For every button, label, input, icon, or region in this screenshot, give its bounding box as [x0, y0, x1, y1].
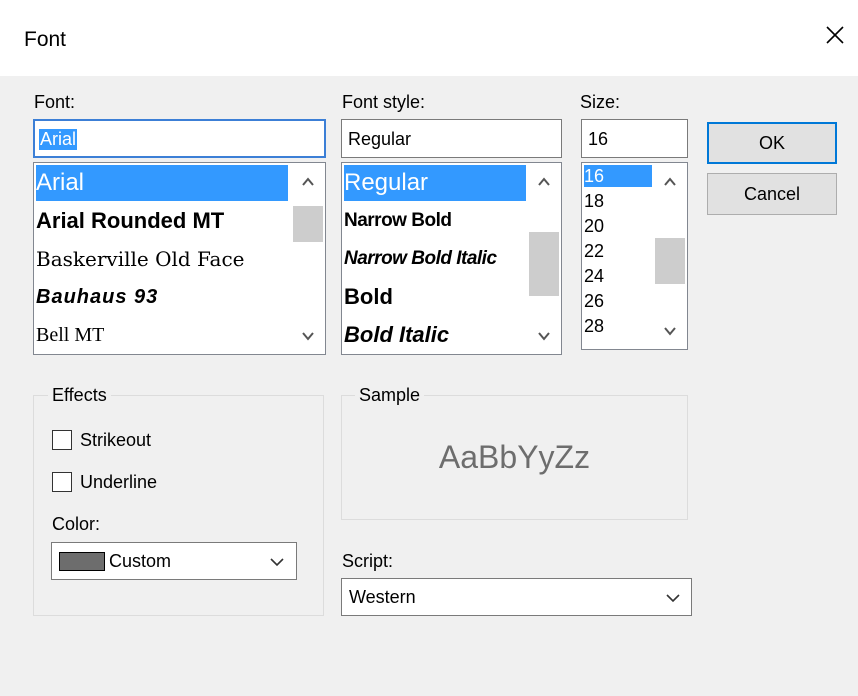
- font-item-baskerville-old-face[interactable]: Baskerville Old Face: [36, 241, 245, 277]
- style-item-bold[interactable]: Bold: [344, 279, 393, 315]
- size-input-text: 16: [588, 129, 609, 149]
- font-label: Font:: [34, 92, 76, 112]
- size-item-28[interactable]: 28: [584, 315, 604, 337]
- font-style-list[interactable]: Regular Narrow Bold Narrow Bold Italic B…: [341, 162, 562, 355]
- font-item-bell-mt[interactable]: Bell MT: [36, 317, 104, 353]
- font-item-arial-rounded-mt[interactable]: Arial Rounded MT: [36, 203, 224, 239]
- size-item-20[interactable]: 20: [584, 215, 604, 237]
- ok-button[interactable]: OK: [707, 122, 837, 164]
- dialog-title: Font: [24, 28, 67, 51]
- scroll-up-icon[interactable]: [654, 166, 686, 196]
- script-dropdown[interactable]: Western: [341, 578, 692, 616]
- strikeout-label: Strikeout: [80, 430, 152, 450]
- color-label: Color:: [52, 514, 101, 534]
- title-bar: Font: [0, 0, 858, 76]
- font-list-scroll-thumb[interactable]: [293, 206, 323, 242]
- chevron-down-icon: [270, 558, 284, 567]
- color-value: Custom: [109, 551, 172, 571]
- close-icon[interactable]: [820, 20, 850, 50]
- font-style-input[interactable]: Regular: [341, 119, 562, 158]
- color-dropdown[interactable]: Custom: [51, 542, 297, 580]
- scroll-down-icon[interactable]: [528, 321, 560, 351]
- size-list-scrollbar[interactable]: [654, 164, 686, 348]
- size-item-22[interactable]: 22: [584, 240, 604, 262]
- style-item-narrow-bold[interactable]: Narrow Bold: [344, 203, 526, 239]
- size-input[interactable]: 16: [581, 119, 688, 158]
- font-style-input-text: Regular: [348, 129, 412, 149]
- color-swatch: [59, 552, 105, 571]
- size-list[interactable]: 16 18 20 22 24 26 28: [581, 162, 688, 350]
- font-list-scrollbar[interactable]: [292, 164, 324, 353]
- font-list[interactable]: Arial Arial Rounded MT Baskerville Old F…: [33, 162, 326, 355]
- effects-label: Effects: [48, 385, 111, 406]
- strikeout-checkbox[interactable]: [52, 430, 72, 450]
- font-input-text: Arial: [39, 129, 78, 150]
- script-label: Script:: [342, 551, 394, 571]
- style-item-narrow-bold-italic[interactable]: Narrow Bold Italic: [344, 241, 524, 277]
- size-list-scroll-thumb[interactable]: [655, 238, 685, 284]
- scroll-down-icon[interactable]: [654, 316, 686, 346]
- underline-checkbox[interactable]: [52, 472, 72, 492]
- size-label: Size:: [580, 92, 621, 112]
- chevron-down-icon: [666, 594, 680, 603]
- script-value: Western: [349, 587, 416, 607]
- cancel-button[interactable]: Cancel: [707, 173, 837, 215]
- size-item-24[interactable]: 24: [584, 265, 604, 287]
- style-item-bold-italic[interactable]: Bold Italic: [344, 317, 449, 353]
- size-item-16[interactable]: 16: [584, 165, 652, 187]
- underline-label: Underline: [80, 472, 158, 492]
- font-style-label: Font style:: [342, 92, 426, 112]
- font-input[interactable]: Arial: [33, 119, 326, 158]
- scroll-up-icon[interactable]: [528, 166, 560, 196]
- font-item-bauhaus-93[interactable]: Bauhaus 93: [36, 279, 158, 315]
- size-item-26[interactable]: 26: [584, 290, 604, 312]
- sample-text: AaBbYyZz: [438, 439, 591, 475]
- scroll-up-icon[interactable]: [292, 166, 324, 196]
- scroll-down-icon[interactable]: [292, 321, 324, 351]
- effects-group: [33, 395, 324, 616]
- size-item-18[interactable]: 18: [584, 190, 604, 212]
- font-item-arial[interactable]: Arial: [36, 165, 288, 201]
- font-style-list-scrollbar[interactable]: [528, 164, 560, 353]
- style-item-regular[interactable]: Regular: [344, 165, 526, 201]
- font-style-list-scroll-thumb[interactable]: [529, 232, 559, 296]
